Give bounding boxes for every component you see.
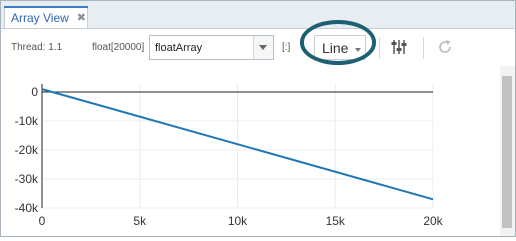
line-chart: 0 5k 10k 15k 20k 0 -10k -20k -30k -40k bbox=[15, 84, 444, 228]
tab-bar: Array View ✖ bbox=[1, 1, 515, 29]
chevron-down-icon bbox=[355, 48, 361, 52]
y-tick-label: -20k bbox=[15, 143, 39, 157]
chart-type-value: Line bbox=[322, 40, 349, 56]
y-tick-label: -10k bbox=[15, 114, 39, 128]
type-label: float[20000] bbox=[92, 42, 145, 53]
tab-array-view[interactable]: Array View ✖ bbox=[4, 6, 88, 28]
thread-label: Thread: 1.1 bbox=[11, 42, 63, 53]
tab-label: Array View bbox=[11, 10, 69, 25]
refresh-icon[interactable] bbox=[435, 37, 455, 57]
y-tick-label: -40k bbox=[15, 201, 39, 215]
range-label: [:] bbox=[282, 42, 291, 53]
scrollbar-thumb[interactable] bbox=[502, 76, 512, 228]
chart-type-dropdown[interactable]: Line bbox=[314, 35, 366, 60]
plot-area[interactable]: 0 5k 10k 15k 20k 0 -10k -20k -30k -40k bbox=[1, 66, 500, 236]
y-tick-label: 0 bbox=[31, 85, 38, 99]
toolbar-divider bbox=[379, 37, 380, 59]
x-tick-label: 0 bbox=[39, 214, 46, 228]
x-tick-label: 15k bbox=[326, 214, 346, 228]
x-tick-label: 5k bbox=[133, 214, 147, 228]
y-tick-label: -30k bbox=[15, 172, 39, 186]
x-tick-label: 20k bbox=[423, 214, 443, 228]
vertical-scrollbar[interactable] bbox=[500, 66, 515, 236]
toolbar-divider bbox=[423, 37, 424, 59]
expression-combobox[interactable]: floatArray bbox=[149, 35, 274, 60]
toolbar: Thread: 1.1 float[20000] floatArray [:] … bbox=[1, 29, 515, 65]
sliders-icon[interactable] bbox=[389, 37, 409, 57]
close-icon[interactable]: ✖ bbox=[77, 11, 86, 24]
expression-value: floatArray bbox=[155, 42, 203, 54]
array-view-panel: Array View ✖ Thread: 1.1 float[20000] fl… bbox=[0, 0, 516, 237]
chevron-down-icon[interactable] bbox=[253, 36, 273, 59]
x-tick-label: 10k bbox=[228, 214, 248, 228]
